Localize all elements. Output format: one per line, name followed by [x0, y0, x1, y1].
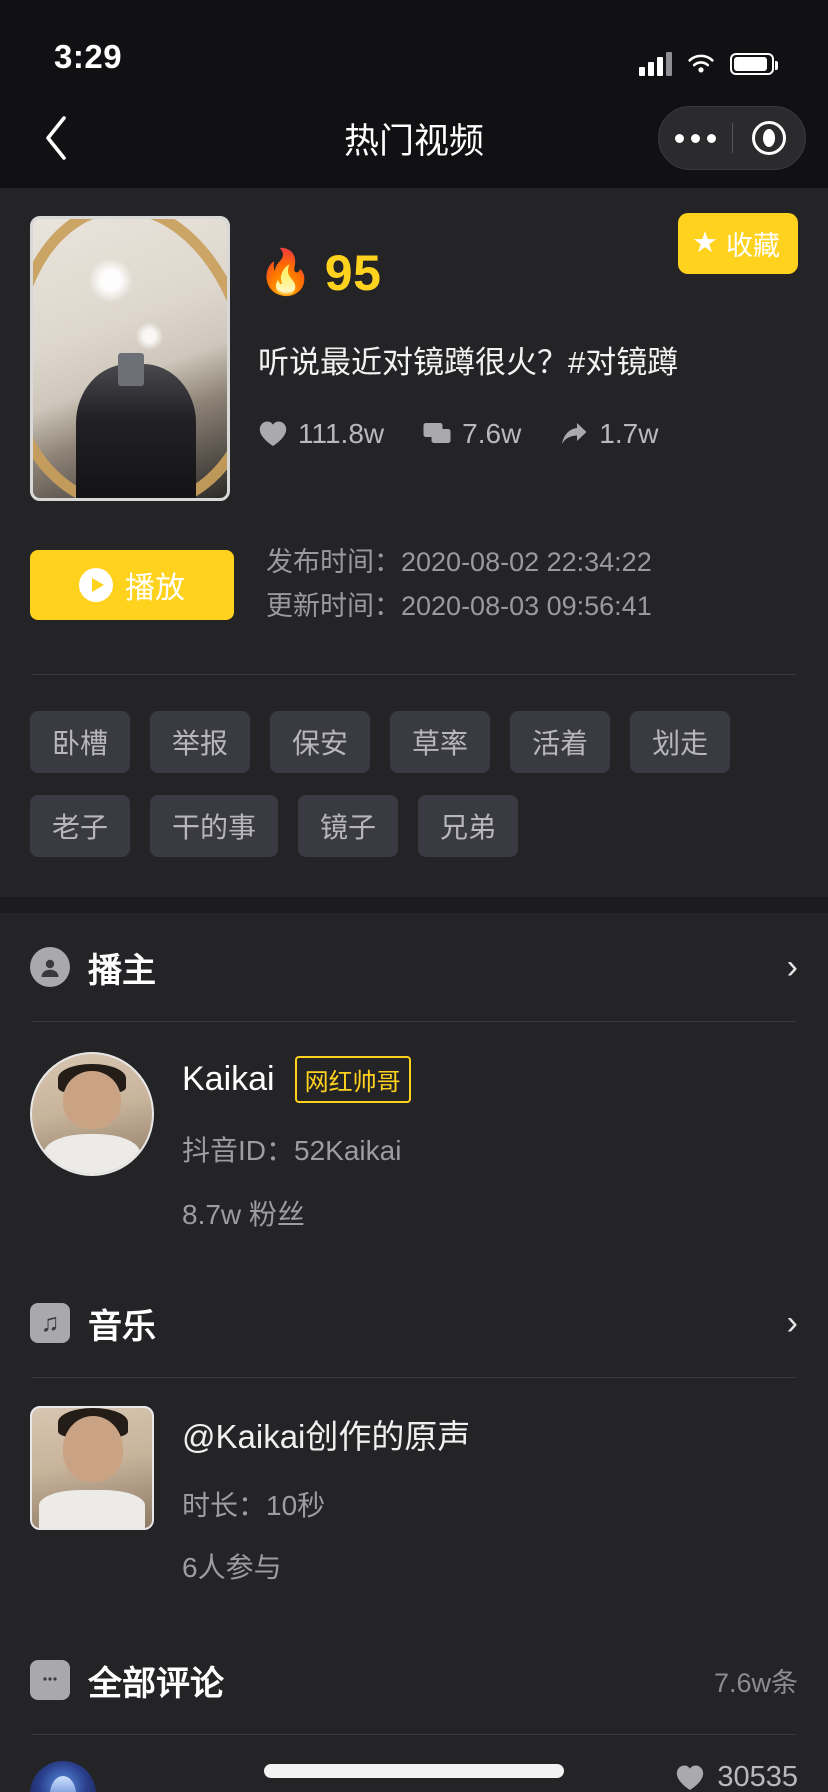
play-row: 播放 发布时间：2020-08-02 22:34:22 更新时间：2020-08…	[30, 501, 798, 674]
target-circle-icon[interactable]	[733, 121, 806, 155]
tag-chip[interactable]: 保安	[270, 711, 371, 774]
home-indicator	[264, 1764, 564, 1778]
music-section-header[interactable]: ♫ 音乐 ›	[30, 1269, 798, 1377]
avatar[interactable]	[30, 1052, 154, 1177]
author-id-label: 抖音ID：	[182, 1135, 295, 1167]
tag-chip[interactable]: 划走	[630, 711, 731, 774]
nav-bar: 热门视频	[0, 88, 828, 188]
user-avatar-icon	[30, 947, 70, 988]
like-stat: 111.8w	[258, 418, 384, 450]
chevron-right-icon: ›	[786, 948, 798, 987]
author-info: Kaikai 网红帅哥 抖音ID：52Kaikai 8.7w 粉丝	[182, 1052, 798, 1233]
favorite-button[interactable]: ★ 收藏	[678, 213, 798, 274]
battery-icon	[730, 53, 778, 75]
tag-chip[interactable]: 活着	[510, 711, 611, 774]
share-stat: 1.7w	[559, 418, 658, 450]
video-title: 听说最近对镜蹲很火？#对镜蹲	[258, 345, 679, 380]
comments-section-title: 全部评论	[88, 1664, 224, 1703]
music-duration-label: 时长：	[182, 1490, 267, 1522]
author-section: 播主 › Kaikai 网红帅哥 抖音ID：52Kaikai 8.7w 粉丝	[0, 913, 828, 1270]
update-time-value: 2020-08-03 09:56:41	[401, 590, 652, 621]
tag-chip[interactable]: 草率	[390, 711, 491, 774]
comment-like-count: 30535	[717, 1761, 798, 1792]
hot-score: 95	[324, 245, 382, 301]
status-badge: 网红帅哥	[294, 1056, 411, 1104]
music-cover[interactable]	[30, 1406, 154, 1531]
update-time-label: 更新时间：	[266, 590, 401, 621]
publish-time-value: 2020-08-02 22:34:22	[401, 547, 652, 577]
update-time-line: 更新时间：2020-08-03 09:56:41	[266, 585, 652, 629]
music-info: @Kaikai创作的原声 时长：10秒 6人参与	[182, 1406, 798, 1586]
tag-chip[interactable]: 老子	[30, 795, 131, 858]
music-note-icon: ♫	[30, 1303, 70, 1344]
flame-icon: 🔥	[258, 248, 313, 297]
chevron-right-icon: ›	[786, 1304, 798, 1343]
publish-time-label: 发布时间：	[266, 547, 401, 577]
author-section-header[interactable]: 播主 ›	[30, 913, 798, 1021]
commenter-avatar[interactable]	[30, 1761, 96, 1792]
favorite-label: 收藏	[726, 231, 780, 261]
like-count: 111.8w	[298, 417, 385, 449]
tag-chip[interactable]: 卧槽	[30, 711, 131, 774]
cellular-signal-icon	[639, 52, 672, 76]
wifi-icon	[688, 54, 714, 73]
video-thumbnail[interactable]	[30, 216, 230, 501]
author-id-line: 抖音ID：52Kaikai	[182, 1129, 798, 1169]
tag-chip[interactable]: 干的事	[150, 795, 279, 858]
video-card: ★ 收藏 🔥 95 听说最近对镜蹲很火？#对镜蹲 111.8w 7.6w 1.7…	[0, 188, 828, 898]
music-duration-value: 10秒	[266, 1490, 326, 1522]
video-stats: 111.8w 7.6w 1.7w	[258, 418, 798, 450]
play-label: 播放	[125, 571, 185, 605]
status-time: 3:29	[54, 38, 123, 75]
comments-count: 7.6w条	[713, 1667, 798, 1698]
heart-icon	[259, 421, 287, 446]
back-button[interactable]	[24, 106, 88, 170]
more-dots-icon[interactable]	[659, 133, 732, 143]
author-section-title: 播主	[88, 951, 156, 990]
share-count: 1.7w	[599, 417, 659, 449]
comment-bubble-icon	[30, 1660, 70, 1701]
app-root: 3:29 热门视频 ★ 收藏 🔥 95 听说最近对镜蹲很火？#对镜蹲 111.8…	[0, 0, 828, 1792]
miniprogram-capsule	[658, 106, 806, 170]
publish-time-line: 发布时间：2020-08-02 22:34:22	[266, 541, 652, 585]
comment-like[interactable]: 30535	[675, 1761, 798, 1792]
music-section-title: 音乐	[88, 1307, 156, 1346]
author-id-value: 52Kaikai	[294, 1135, 402, 1167]
heart-icon	[677, 1765, 704, 1790]
comments-section-header[interactable]: 全部评论 7.6w条	[30, 1626, 798, 1734]
tag-chip[interactable]: 镜子	[298, 795, 399, 858]
tag-list: 卧槽 举报 保安 草率 活着 划走老子 干的事 镜子 兄弟	[30, 675, 798, 897]
comment-icon	[423, 422, 451, 443]
author-name: Kaikai	[182, 1060, 275, 1099]
music-title: @Kaikai创作的原声	[182, 1418, 471, 1456]
play-circle-icon	[79, 567, 113, 602]
chevron-left-icon	[46, 116, 66, 160]
author-row[interactable]: Kaikai 网红帅哥 抖音ID：52Kaikai 8.7w 粉丝	[30, 1022, 798, 1269]
music-duration-line: 时长：10秒	[182, 1484, 798, 1524]
status-bar: 3:29	[0, 0, 828, 88]
music-row[interactable]: @Kaikai创作的原声 时长：10秒 6人参与	[30, 1378, 798, 1626]
author-followers: 8.7w 粉丝	[182, 1199, 305, 1231]
tag-chip[interactable]: 举报	[150, 711, 251, 774]
comment-stat: 7.6w	[422, 418, 521, 450]
play-button[interactable]: 播放	[30, 549, 234, 620]
status-icons	[639, 52, 778, 76]
video-times: 发布时间：2020-08-02 22:34:22 更新时间：2020-08-03…	[266, 541, 652, 628]
tag-chip[interactable]: 兄弟	[418, 795, 519, 858]
author-name-row: Kaikai 网红帅哥	[182, 1056, 798, 1104]
comment-count: 7.6w	[462, 417, 522, 449]
star-icon: ★	[692, 227, 718, 259]
music-section: ♫ 音乐 › @Kaikai创作的原声 时长：10秒 6人参与	[0, 1269, 828, 1627]
share-icon	[562, 422, 587, 444]
music-participants: 6人参与	[182, 1552, 282, 1584]
